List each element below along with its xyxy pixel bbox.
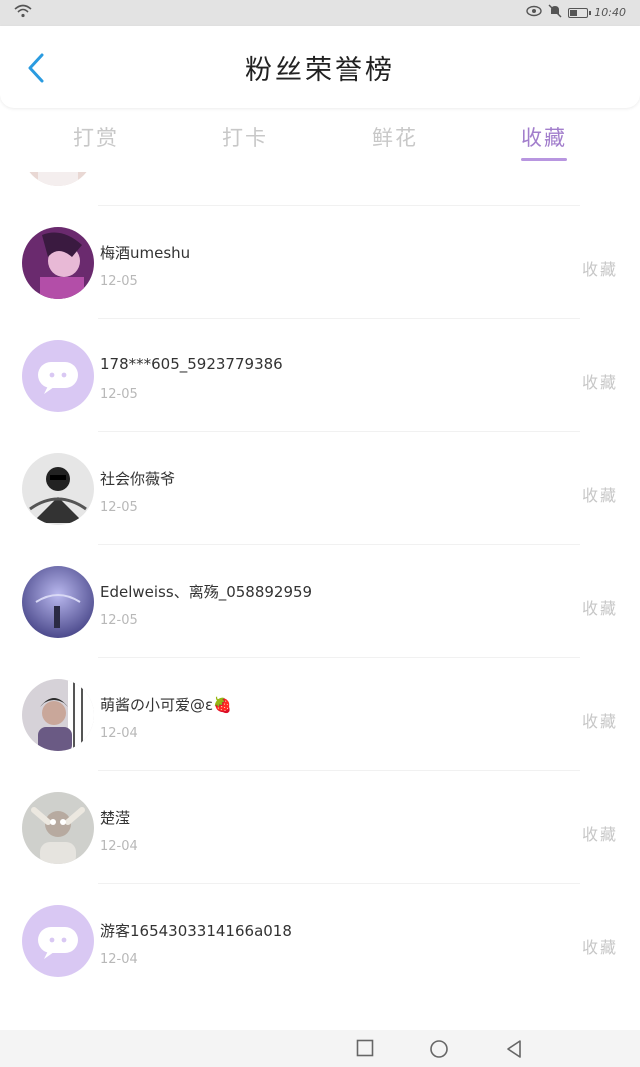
square-icon	[356, 1039, 374, 1057]
tab-checkin[interactable]: 打卡	[195, 122, 295, 152]
fan-name: Edelweiss、离殇_058892959	[100, 583, 313, 601]
fan-name: 178***605_5923779386	[100, 355, 283, 373]
back-nav-button[interactable]	[505, 1039, 523, 1063]
avatar[interactable]	[22, 679, 94, 751]
avatar[interactable]	[22, 566, 94, 638]
wifi-icon	[14, 4, 32, 21]
page-title: 粉丝荣誉榜	[245, 55, 395, 86]
fan-date: 12-05	[100, 387, 138, 402]
system-nav-bar	[0, 1030, 640, 1067]
tab-label: 打卡	[222, 126, 268, 150]
list-item[interactable]: Edelweiss、离殇_058892959 12-05 收藏	[0, 545, 640, 658]
tab-label: 鲜花	[372, 126, 418, 150]
tab-label: 收藏	[521, 126, 567, 150]
tab-tip[interactable]: 打赏	[46, 122, 146, 152]
recent-apps-button[interactable]	[356, 1039, 374, 1061]
avatar[interactable]	[22, 340, 94, 412]
status-right-group: 10:40	[526, 4, 626, 21]
favorite-status: 收藏	[581, 938, 618, 957]
list-item[interactable]: 12-05 收藏	[0, 172, 640, 206]
list-item[interactable]: 梅酒umeshu 12-05 收藏	[0, 206, 640, 319]
list-item[interactable]: 178***605_5923779386 12-05 收藏	[0, 319, 640, 432]
list-item[interactable]: 萌酱の小可爱@ε🍓 12-04 收藏	[0, 658, 640, 771]
home-button[interactable]	[429, 1039, 449, 1063]
avatar[interactable]	[22, 227, 94, 299]
fan-date: 12-04	[100, 839, 138, 854]
tab-favorites[interactable]: 收藏	[494, 122, 594, 161]
circle-icon	[430, 1040, 448, 1058]
avatar[interactable]	[22, 792, 94, 864]
tab-bar: 打赏 打卡 鲜花 收藏	[0, 112, 640, 172]
list-item[interactable]: 游客1654303314166a018 12-04 收藏	[0, 884, 640, 997]
avatar[interactable]	[22, 172, 94, 186]
fan-date: 12-04	[100, 726, 138, 741]
triangle-back-icon	[507, 1040, 521, 1058]
fan-date: 12-05	[100, 500, 138, 515]
fan-name: 社会你薇爷	[100, 470, 176, 488]
favorite-status: 收藏	[581, 486, 618, 505]
avatar[interactable]	[22, 905, 94, 977]
favorite-status: 收藏	[581, 260, 618, 279]
fan-date: 12-05	[100, 172, 138, 176]
chat-bubble-icon	[38, 927, 78, 959]
header: 粉丝荣誉榜	[0, 26, 640, 108]
status-bar: 10:40	[0, 0, 640, 26]
tab-label: 打赏	[73, 126, 119, 150]
fan-date: 12-05	[100, 274, 138, 289]
fan-date: 12-04	[100, 952, 138, 967]
list-item[interactable]: 社会你薇爷 12-05 收藏	[0, 432, 640, 545]
active-tab-indicator	[521, 158, 567, 161]
favorite-status: 收藏	[581, 825, 618, 844]
list-item[interactable]: 楚滢 12-04 收藏	[0, 771, 640, 884]
mute-bell-icon	[548, 4, 562, 21]
tab-flowers[interactable]: 鲜花	[345, 122, 445, 152]
fan-name: 楚滢	[100, 809, 131, 827]
chat-bubble-icon	[38, 362, 78, 394]
favorite-status: 收藏	[581, 712, 618, 731]
fan-list: 12-05 收藏 梅酒umeshu 12-05 收藏 178***605_592…	[0, 172, 640, 1030]
battery-icon	[568, 7, 592, 18]
fan-name: 游客1654303314166a018	[100, 922, 292, 940]
fan-name: 梅酒umeshu	[100, 244, 191, 262]
eye-icon	[526, 5, 542, 20]
status-time: 10:40	[594, 6, 626, 19]
fan-name: 萌酱の小可爱@ε🍓	[100, 696, 232, 714]
fan-date: 12-05	[100, 613, 138, 628]
avatar[interactable]	[22, 453, 94, 525]
favorite-status: 收藏	[581, 599, 618, 618]
favorite-status: 收藏	[581, 373, 618, 392]
